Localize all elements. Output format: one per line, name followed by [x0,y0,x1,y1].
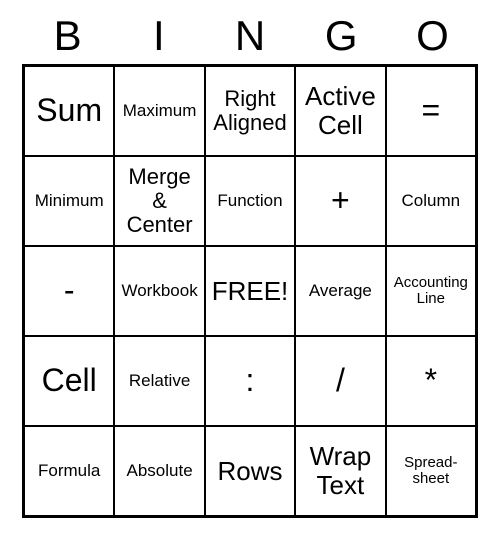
header-letter-g: G [296,8,387,64]
bingo-cell[interactable]: Merge & Center [114,156,204,246]
bingo-cell-free[interactable]: FREE! [205,246,295,336]
bingo-cell[interactable]: Wrap Text [295,426,385,516]
header-letter-o: O [387,8,478,64]
bingo-cell[interactable]: / [295,336,385,426]
header-letter-i: I [113,8,204,64]
bingo-cell[interactable]: Accounting Line [386,246,476,336]
header-letter-n: N [204,8,295,64]
bingo-grid: Sum Maximum Right Aligned Active Cell = … [22,64,478,518]
bingo-cell[interactable]: - [24,246,114,336]
bingo-cell[interactable]: = [386,66,476,156]
bingo-header-row: B I N G O [22,8,478,64]
bingo-cell[interactable]: Active Cell [295,66,385,156]
bingo-cell[interactable]: Relative [114,336,204,426]
bingo-cell[interactable]: + [295,156,385,246]
header-letter-b: B [22,8,113,64]
bingo-cell[interactable]: Rows [205,426,295,516]
bingo-cell[interactable]: Maximum [114,66,204,156]
bingo-cell[interactable]: Minimum [24,156,114,246]
bingo-cell[interactable]: * [386,336,476,426]
bingo-cell[interactable]: Spread-sheet [386,426,476,516]
bingo-cell[interactable]: Column [386,156,476,246]
bingo-cell[interactable]: Absolute [114,426,204,516]
bingo-cell[interactable]: Workbook [114,246,204,336]
bingo-cell[interactable]: Function [205,156,295,246]
bingo-cell[interactable]: Average [295,246,385,336]
bingo-cell[interactable]: Cell [24,336,114,426]
bingo-card: B I N G O Sum Maximum Right Aligned Acti… [22,8,478,518]
bingo-cell[interactable]: Formula [24,426,114,516]
bingo-cell[interactable]: : [205,336,295,426]
bingo-cell[interactable]: Sum [24,66,114,156]
bingo-cell[interactable]: Right Aligned [205,66,295,156]
